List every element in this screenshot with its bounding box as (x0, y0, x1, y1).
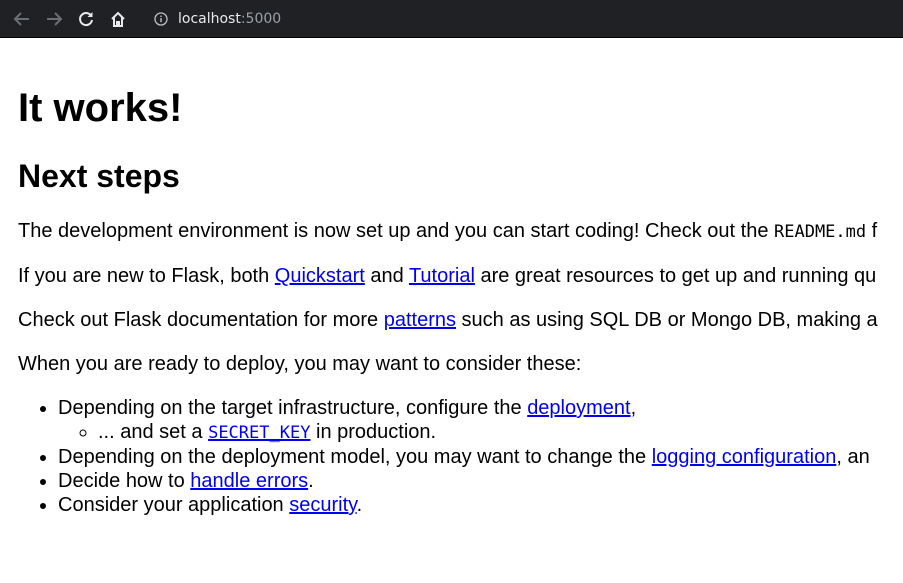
handle-errors-link[interactable]: handle errors (190, 470, 308, 492)
tutorial-link[interactable]: Tutorial (409, 265, 475, 287)
paragraph-resources: If you are new to Flask, both Quickstart… (18, 264, 885, 288)
list-item-secret-key: ... and set a SECRET_KEY in production. (98, 420, 885, 445)
list-item-tail: in production. (310, 421, 437, 443)
secret-key-link[interactable]: SECRET_KEY (208, 421, 310, 443)
secret-key-code: SECRET_KEY (208, 423, 311, 443)
list-item-text: ... and set a (98, 421, 209, 443)
patterns-link[interactable]: patterns (384, 309, 456, 331)
url-port: :5000 (240, 10, 282, 27)
info-icon[interactable] (154, 11, 168, 26)
resources-text-and: and (364, 265, 409, 287)
readme-code: README.md (774, 222, 867, 242)
security-link[interactable]: security (289, 494, 356, 516)
paragraph-deploy: When you are ready to deploy, you may wa… (18, 353, 582, 375)
resources-text: If you are new to Flask, both (18, 265, 275, 287)
deployment-link[interactable]: deployment (527, 397, 630, 419)
back-arrow-icon[interactable] (12, 9, 32, 29)
list-item-errors: Decide how to handle errors. (58, 469, 885, 493)
list-item-security: Consider your application security. (58, 493, 885, 517)
deploy-checklist: Depending on the target infrastructure, … (18, 396, 885, 517)
quickstart-link[interactable]: Quickstart (275, 265, 365, 287)
reload-icon[interactable] (76, 9, 96, 29)
forward-arrow-icon[interactable] (44, 9, 64, 29)
page-title: It works! (18, 86, 183, 130)
intro-text: The development environment is now set u… (18, 220, 774, 242)
patterns-text-tail: such as using SQL DB or Mongo DB, making… (456, 309, 878, 331)
list-item-tail: . (356, 494, 363, 516)
browser-toolbar: localhost:5000 (0, 0, 903, 38)
page-content: It works! Next steps The development env… (0, 38, 903, 517)
url-host: localhost (178, 10, 241, 27)
home-icon[interactable] (108, 9, 128, 29)
list-item-tail: . (308, 470, 314, 492)
list-item-logging: Depending on the deployment model, you m… (58, 445, 885, 469)
section-heading: Next steps (18, 158, 180, 194)
list-item-text: Decide how to (58, 470, 191, 492)
patterns-text: Check out Flask documentation for more (18, 309, 384, 331)
list-item-deployment: Depending on the target infrastructure, … (58, 396, 885, 445)
logging-configuration-link[interactable]: logging configuration (652, 446, 837, 468)
address-bar[interactable]: localhost:5000 (154, 4, 903, 33)
paragraph-intro: The development environment is now set u… (18, 219, 885, 244)
resources-text-tail: are great resources to get up and runnin… (474, 265, 877, 287)
list-item-tail: , an (836, 446, 870, 468)
paragraph-patterns: Check out Flask documentation for more p… (18, 308, 885, 332)
list-item-text: Consider your application (58, 494, 290, 516)
list-item-tail: , (630, 397, 637, 419)
intro-text-tail: f (866, 220, 878, 242)
list-item-text: Depending on the target infrastructure, … (58, 397, 528, 419)
list-item-text: Depending on the deployment model, you m… (58, 446, 652, 468)
deploy-sublist: ... and set a SECRET_KEY in production. (58, 420, 885, 445)
